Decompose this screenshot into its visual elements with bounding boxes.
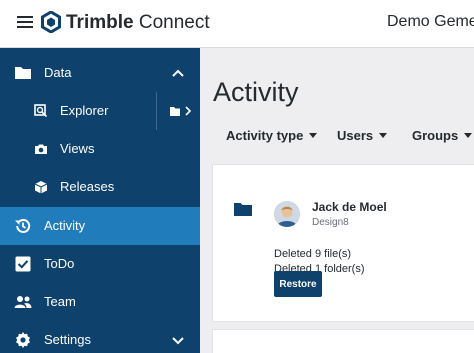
sidebar-item-label: Data bbox=[44, 65, 72, 80]
sidebar-item-releases[interactable]: Releases bbox=[0, 168, 200, 206]
avatar bbox=[274, 201, 300, 227]
caret-down-icon bbox=[379, 133, 388, 138]
sidebar-item-label: Team bbox=[44, 294, 76, 309]
chevron-up-icon[interactable] bbox=[171, 66, 185, 80]
people-icon bbox=[14, 296, 32, 308]
camera-icon bbox=[35, 144, 47, 154]
main-content: Activity Activity type Users Groups Jack… bbox=[200, 48, 474, 353]
sidebar-item-label: Explorer bbox=[60, 103, 109, 118]
project-name[interactable]: Demo Gemee bbox=[387, 13, 474, 31]
folder-expand-icon[interactable] bbox=[169, 105, 193, 117]
filter-label: Activity type bbox=[226, 128, 304, 143]
sidebar-item-data[interactable]: Data bbox=[0, 54, 200, 92]
filter-label: Users bbox=[337, 128, 374, 143]
divider bbox=[156, 92, 157, 130]
activity-detail: Deleted 9 file(s) bbox=[274, 248, 352, 260]
filter-users[interactable]: Users bbox=[337, 128, 388, 143]
user-name: Jack de Moel bbox=[312, 200, 387, 214]
user-organization: Design8 bbox=[312, 217, 349, 228]
activity-card bbox=[212, 329, 474, 353]
history-icon bbox=[15, 219, 31, 233]
gear-icon bbox=[16, 332, 30, 348]
trimble-logo-icon bbox=[41, 11, 61, 33]
sidebar-item-label: Settings bbox=[44, 332, 91, 347]
sidebar-item-label: Activity bbox=[44, 218, 86, 233]
folder-icon bbox=[15, 67, 31, 79]
filter-groups[interactable]: Groups bbox=[412, 128, 473, 143]
caret-down-icon bbox=[309, 133, 318, 138]
explorer-icon bbox=[34, 104, 48, 118]
checkbox-icon bbox=[15, 256, 31, 272]
sidebar-item-label: Releases bbox=[60, 179, 115, 194]
filter-activity-type[interactable]: Activity type bbox=[226, 128, 318, 143]
cube-icon bbox=[34, 181, 48, 194]
avatar-image bbox=[274, 201, 300, 227]
chevron-down-icon[interactable] bbox=[171, 333, 185, 347]
app-brand[interactable]: Trimble Connect bbox=[66, 12, 210, 34]
sidebar-item-settings[interactable]: Settings bbox=[0, 321, 200, 353]
sidebar-item-activity[interactable]: Activity bbox=[0, 207, 200, 245]
top-header: Trimble Connect Demo Gemee bbox=[0, 0, 474, 48]
sidebar-item-label: Views bbox=[60, 141, 95, 156]
sidebar-item-label: ToDo bbox=[44, 256, 75, 271]
restore-button[interactable]: Restore bbox=[274, 271, 322, 297]
caret-down-icon bbox=[464, 133, 473, 138]
sidebar-item-todo[interactable]: ToDo bbox=[0, 245, 200, 283]
sidebar: Data Explorer Views Releases Activity To… bbox=[0, 48, 200, 353]
sidebar-item-team[interactable]: Team bbox=[0, 283, 200, 321]
folder-icon bbox=[234, 203, 252, 216]
activity-card: Jack de Moel Design8 Deleted 9 file(s) D… bbox=[212, 164, 474, 322]
sidebar-item-views[interactable]: Views bbox=[0, 130, 200, 168]
hamburger-menu-icon[interactable] bbox=[17, 16, 33, 28]
page-title: Activity bbox=[213, 77, 299, 107]
filter-label: Groups bbox=[412, 128, 459, 143]
